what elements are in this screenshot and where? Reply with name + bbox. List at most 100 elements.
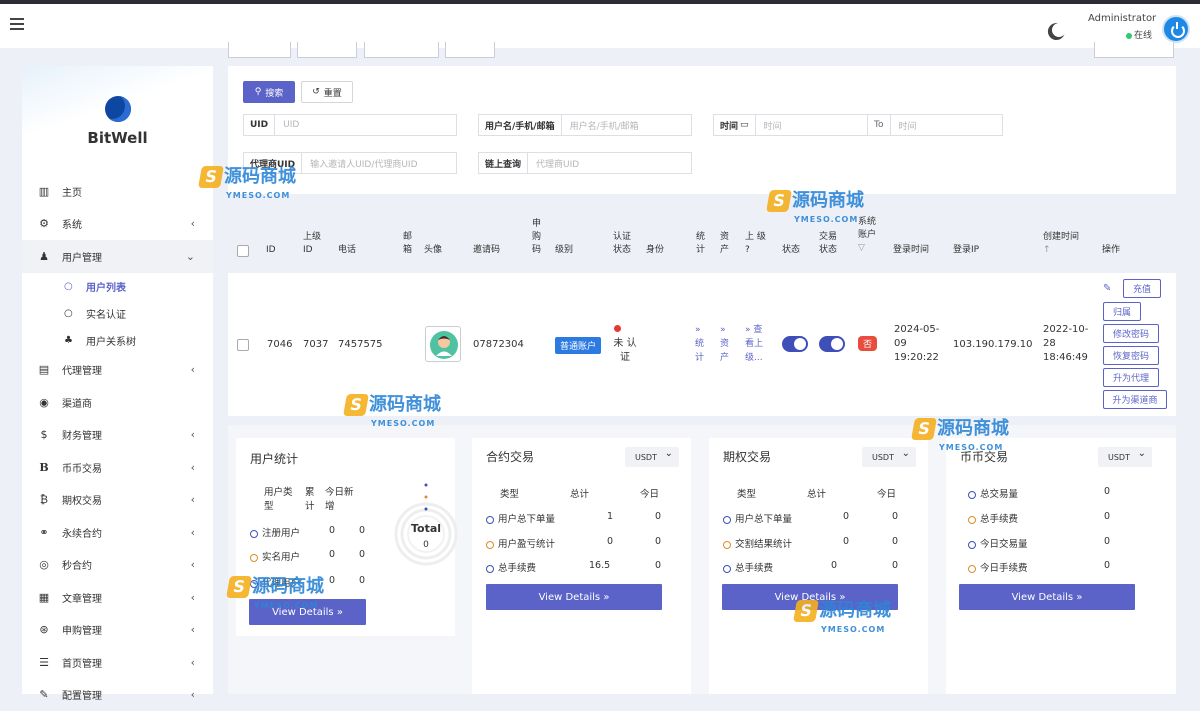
agent-input[interactable]: 输入邀请人UID/代理商UID [302, 153, 456, 173]
edit-icon[interactable]: ✎ [1103, 283, 1111, 294]
chevron-left-icon: ‹ [191, 217, 195, 230]
users-icon: ♟ [38, 250, 50, 263]
chain-field: 链上查询代理商UID [478, 152, 692, 174]
sidebar-item-articles[interactable]: ▦文章管理‹ [22, 581, 213, 614]
stat-value: 0 [843, 511, 849, 522]
chevron-left-icon: ‹ [191, 591, 195, 604]
hidden-button[interactable] [445, 42, 495, 58]
chevron-left-icon: ‹ [191, 558, 195, 571]
col-level: 级别 [555, 244, 573, 257]
belong-button[interactable]: 归属 [1103, 302, 1141, 321]
reset-password-button[interactable]: 恢复密码 [1103, 346, 1159, 365]
recharge-button[interactable]: 充值 [1123, 279, 1161, 298]
col-today: 今日 [640, 486, 659, 500]
avatar-icon [426, 327, 461, 362]
hidden-button[interactable] [364, 42, 439, 58]
sidebar-item-home[interactable]: ▥主页 [22, 175, 213, 208]
trade-toggle[interactable] [819, 336, 845, 352]
list-item: 总交易量 [968, 486, 1018, 500]
user-stats-title: 用户统计 [250, 450, 298, 467]
view-details-button[interactable]: View Details » [486, 584, 662, 610]
sort-icon: ↑ [1043, 245, 1051, 255]
sidebar-item-perpetual[interactable]: ⚭永续合约‹ [22, 516, 213, 549]
row-checkbox[interactable] [237, 339, 249, 351]
promote-channel-button[interactable]: 升为渠道商 [1103, 390, 1167, 409]
col-total: 总计 [570, 486, 589, 500]
target-icon: ◎ [38, 558, 50, 571]
view-details-button[interactable]: View Details » [959, 584, 1135, 610]
reset-icon: ↺ [312, 87, 320, 97]
circle-icon [250, 530, 258, 538]
list-icon: ☰ [38, 656, 50, 669]
sidebar-item-agents[interactable]: ▤代理管理‹ [22, 354, 213, 387]
sidebar-item-subscription[interactable]: ⊛申购管理‹ [22, 614, 213, 647]
time-field: 时间▭时间To时间 [713, 114, 1003, 136]
col-login-time: 登录时间 [893, 244, 929, 257]
sidebar-item-config[interactable]: ✎配置管理‹ [22, 679, 213, 711]
sidebar-sub-realname[interactable]: ○实名认证 [22, 300, 213, 327]
sidebar-item-system[interactable]: ⚙系统‹ [22, 208, 213, 241]
sidebar-item-seconds[interactable]: ◎秒合约‹ [22, 549, 213, 582]
dark-mode-icon[interactable] [1049, 20, 1068, 39]
col-phone: 电话 [338, 244, 356, 257]
dollar-icon: $ [38, 428, 50, 441]
reset-button[interactable]: ↺重置 [301, 81, 353, 103]
hidden-button[interactable] [297, 42, 357, 58]
stat-value: 0 [831, 560, 837, 571]
avatar[interactable] [425, 326, 461, 362]
filter-icon[interactable]: ▽ [858, 243, 865, 253]
time-to-input[interactable]: 时间 [891, 115, 1003, 135]
sidebar-item-options[interactable]: ₿期权交易‹ [22, 484, 213, 517]
time-from-input[interactable]: 时间 [756, 115, 869, 135]
promote-agent-button[interactable]: 升为代理 [1103, 368, 1159, 387]
list-item: 注册用户 [250, 525, 300, 539]
power-icon[interactable] [1162, 15, 1190, 43]
menu-toggle-icon[interactable] [10, 18, 24, 30]
currency-select[interactable]: USDT [625, 447, 679, 467]
upper-link[interactable]: » 查 看上 级... [745, 323, 771, 365]
stats-link[interactable]: » 统 计 [695, 323, 707, 365]
change-password-button[interactable]: 修改密码 [1103, 324, 1159, 343]
hidden-button[interactable] [228, 42, 291, 58]
select-all-checkbox[interactable] [237, 245, 249, 257]
contract-title: 合约交易 [486, 448, 534, 465]
list-item: 今日交易量 [968, 536, 1028, 550]
logo-icon [105, 96, 131, 122]
col-type: 类型 [737, 486, 756, 500]
list-item: 用户总下单量 [723, 511, 792, 525]
search-button[interactable]: ⚲搜索 [243, 81, 295, 103]
hidden-button[interactable] [1094, 42, 1174, 58]
sidebar-sub-tree[interactable]: ♣用户关系树 [22, 327, 213, 354]
bitcoin-icon: ₿ [38, 493, 50, 506]
chevron-left-icon: ‹ [191, 493, 195, 506]
sidebar-item-channel[interactable]: ◉渠道商 [22, 386, 213, 419]
col-login-ip: 登录IP [953, 244, 979, 257]
chevron-left-icon: ‹ [191, 623, 195, 636]
watermark: S源码商城YMESO.COM [228, 576, 324, 614]
gear-icon: ⚙ [38, 217, 50, 230]
circle-icon [968, 565, 976, 573]
chain-input[interactable]: 代理商UID [528, 153, 691, 173]
col-ops: 操作 [1102, 244, 1120, 257]
status-toggle[interactable] [782, 336, 808, 352]
user-stat-value: 0 [329, 549, 335, 560]
sidebar-item-finance[interactable]: $财务管理‹ [22, 419, 213, 452]
stat-value: 0 [655, 536, 661, 547]
search-icon: ⚲ [255, 87, 262, 97]
cell-parent: 7037 [303, 338, 328, 352]
circle-icon [968, 516, 976, 524]
list-item: 用户总下单量 [486, 511, 555, 525]
uid-input[interactable]: UID [275, 115, 456, 135]
assets-link[interactable]: » 资 产 [720, 323, 732, 365]
sidebar-item-users[interactable]: ♟用户管理⌄ [22, 240, 213, 273]
sidebar-sub-user-list[interactable]: ○用户列表 [22, 273, 213, 300]
currency-select[interactable]: USDT [1098, 447, 1152, 467]
currency-select[interactable]: USDT [862, 447, 916, 467]
calendar-icon: ▭ [740, 120, 749, 130]
col-created[interactable]: 创建时间↑ [1043, 231, 1087, 257]
cell-phone: 7457575 [338, 338, 383, 352]
user-name[interactable]: Administrator [1088, 13, 1156, 24]
user-input[interactable]: 用户名/手机/邮箱 [562, 115, 691, 135]
sidebar-item-homepage[interactable]: ☰首页管理‹ [22, 646, 213, 679]
sidebar-item-spot[interactable]: B币币交易‹ [22, 451, 213, 484]
